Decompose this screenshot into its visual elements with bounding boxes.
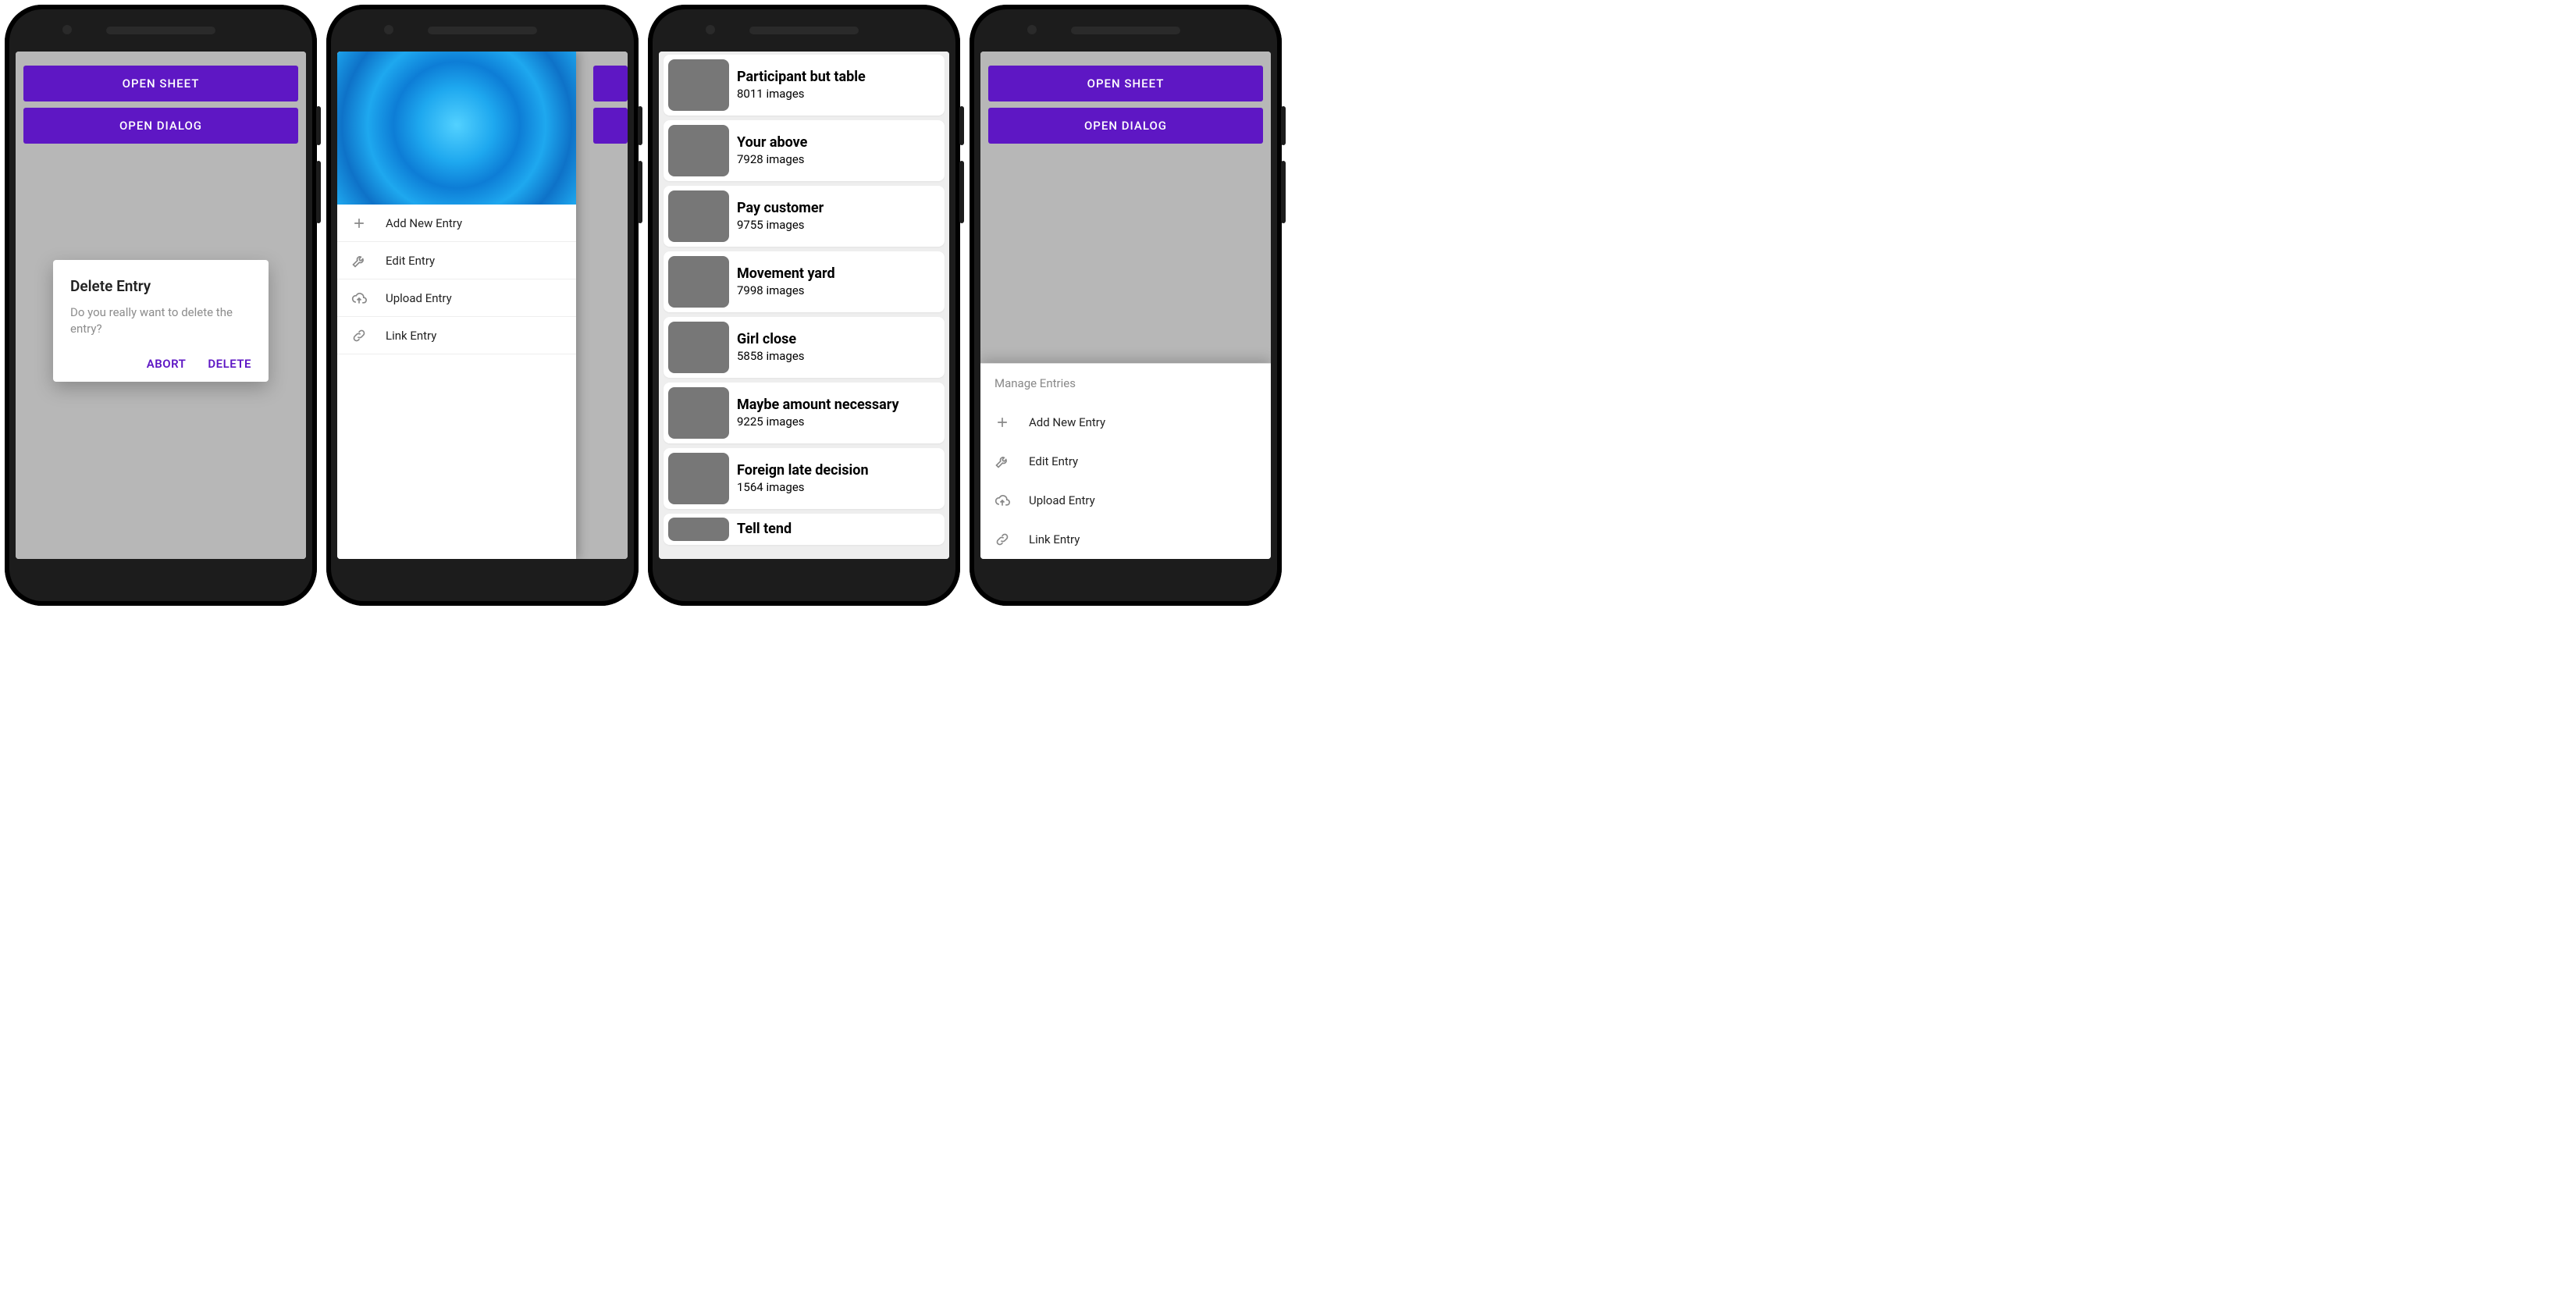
thumbnail [668,518,729,541]
drawer-header-image [337,52,576,205]
link-icon [994,532,1010,547]
list-item-subtitle: 9755 images [737,218,824,232]
list-item-title: Foreign late decision [737,463,869,479]
drawer-item-label: Add New Entry [386,216,462,230]
drawer-item-label: Upload Entry [386,291,452,305]
gallery-list[interactable]: Participant but table 8011 images Your a… [659,52,949,559]
list-item[interactable]: Pay customer 9755 images [664,186,945,247]
sheet-item-upload[interactable]: Upload Entry [980,481,1271,520]
list-item-title: Your above [737,135,807,151]
plus-icon [351,215,367,231]
list-item[interactable]: Maybe amount necessary 9225 images [664,383,945,443]
sheet-item-label: Add New Entry [1029,415,1105,429]
open-sheet-button[interactable] [593,66,628,101]
list-item-title: Tell tend [737,521,792,537]
drawer-item-label: Link Entry [386,329,436,343]
wrench-icon [994,454,1010,469]
drawer-item-link[interactable]: Link Entry [337,317,576,354]
sheet-item-link[interactable]: Link Entry [980,520,1271,559]
dialog-backdrop[interactable]: Delete Entry Do you really want to delet… [16,52,306,559]
cloud-upload-icon [994,493,1010,508]
sheet-item-edit[interactable]: Edit Entry [980,442,1271,481]
drawer-item-edit[interactable]: Edit Entry [337,242,576,279]
list-item-subtitle: 9225 images [737,415,899,429]
list-item-title: Pay customer [737,201,824,216]
sheet-item-label: Link Entry [1029,532,1080,546]
list-item-subtitle: 5858 images [737,349,805,363]
list-item[interactable]: Foreign late decision 1564 images [664,448,945,509]
delete-button[interactable]: DELETE [208,357,251,371]
list-item[interactable]: Tell tend [664,514,945,545]
list-item-title: Maybe amount necessary [737,397,899,413]
drawer-item-label: Edit Entry [386,254,435,268]
plus-icon [994,415,1010,430]
list-item-title: Girl close [737,332,805,347]
wrench-icon [351,253,367,269]
list-item-subtitle: 1564 images [737,480,869,494]
drawer-item-upload[interactable]: Upload Entry [337,279,576,317]
thumbnail [668,190,729,242]
list-item[interactable]: Participant but table 8011 images [664,55,945,116]
cloud-upload-icon [351,290,367,306]
thumbnail [668,59,729,111]
sheet-title: Manage Entries [980,364,1271,403]
list-item[interactable]: Girl close 5858 images [664,317,945,378]
dialog-title: Delete Entry [70,277,251,295]
sheet-item-add[interactable]: Add New Entry [980,403,1271,442]
list-item-title: Participant but table [737,69,866,85]
thumbnail [668,256,729,308]
open-sheet-button[interactable]: OPEN SHEET [988,66,1263,101]
thumbnail [668,125,729,176]
drawer-item-add[interactable]: Add New Entry [337,205,576,242]
list-item-title: Movement yard [737,266,835,282]
thumbnail [668,322,729,373]
list-item-subtitle: 8011 images [737,87,866,101]
delete-dialog: Delete Entry Do you really want to delet… [53,260,269,382]
sheet-item-label: Upload Entry [1029,493,1095,507]
list-item-subtitle: 7928 images [737,152,807,166]
list-item-subtitle: 7998 images [737,283,835,297]
abort-button[interactable]: ABORT [147,357,187,371]
open-dialog-button[interactable] [593,108,628,144]
thumbnail [668,387,729,439]
sheet-item-label: Edit Entry [1029,454,1078,468]
open-dialog-button[interactable]: OPEN DIALOG [988,108,1263,144]
dialog-body: Do you really want to delete the entry? [70,304,251,336]
list-item[interactable]: Your above 7928 images [664,120,945,181]
list-item[interactable]: Movement yard 7998 images [664,251,945,312]
link-icon [351,328,367,343]
thumbnail [668,453,729,504]
nav-drawer: Add New Entry Edit Entry Upload Entry Li… [337,52,576,559]
bottom-sheet: Manage Entries Add New Entry Edit Entry … [980,363,1271,559]
